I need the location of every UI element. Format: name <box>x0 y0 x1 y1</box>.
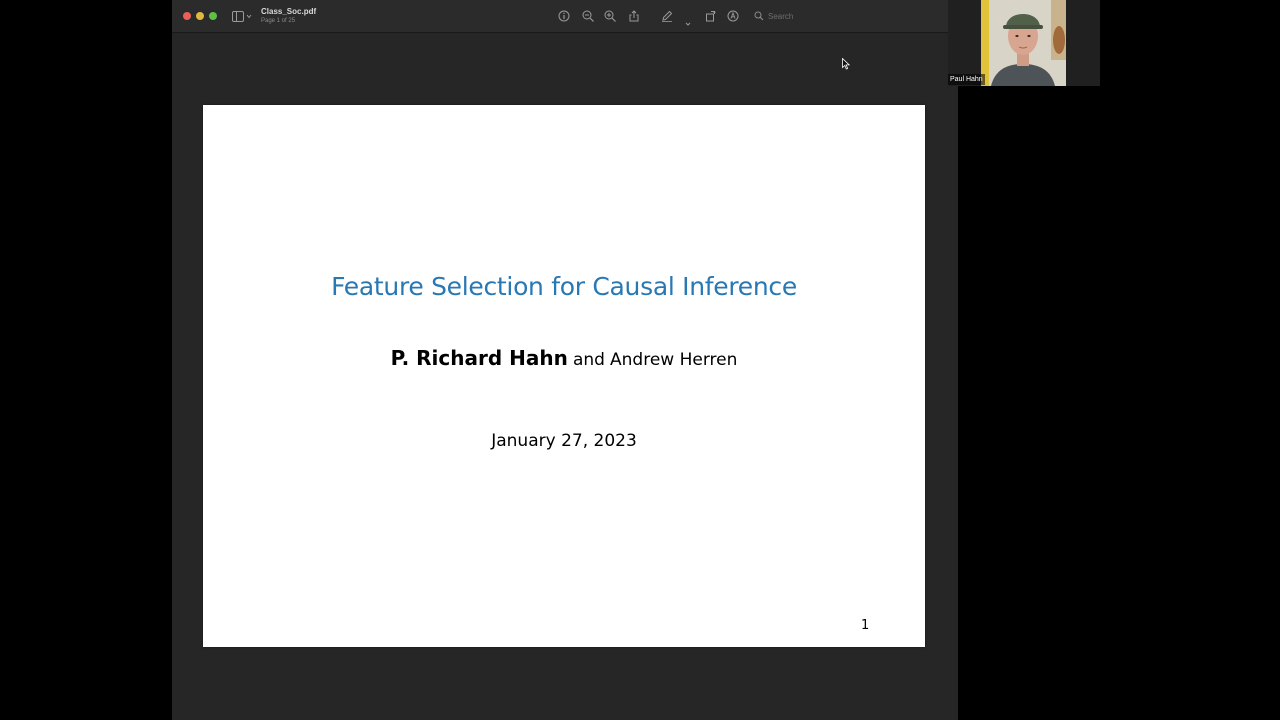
author-primary: P. Richard Hahn <box>390 346 568 370</box>
author-connector: and <box>572 350 605 370</box>
annotate-icon[interactable] <box>727 10 739 22</box>
search-icon <box>754 11 764 21</box>
participant-name: Paul Hahn <box>948 74 985 85</box>
slide-authors: P. Richard Hahn and Andrew Herren <box>203 346 925 370</box>
close-window-button[interactable] <box>183 12 191 20</box>
info-icon[interactable] <box>558 10 570 22</box>
chevron-down-icon[interactable] <box>685 14 691 26</box>
page-indicator: Page 1 of 25 <box>261 18 296 24</box>
zoom-out-icon[interactable] <box>582 10 594 22</box>
maximize-window-button[interactable] <box>209 12 217 20</box>
minimize-window-button[interactable] <box>196 12 204 20</box>
markup-pen-icon[interactable] <box>661 10 673 22</box>
search-field[interactable] <box>752 9 948 23</box>
slide-title: Feature Selection for Causal Inference <box>331 272 797 301</box>
author-secondary: Andrew Herren <box>610 350 738 370</box>
rotate-icon[interactable] <box>705 10 717 22</box>
viewer-toolbar: Class_Soc.pdf Page 1 of 25 <box>172 0 948 33</box>
document-title-block: Class_Soc.pdf Page 1 of 25 <box>261 7 316 25</box>
participant-video <box>981 0 1066 86</box>
participant-avatar <box>981 0 1066 86</box>
share-icon[interactable] <box>628 10 640 22</box>
zoom-in-icon[interactable] <box>604 10 616 22</box>
document-title: Class_Soc.pdf <box>261 7 317 16</box>
sidebar-icon[interactable] <box>232 10 254 22</box>
slide-date: January 27, 2023 <box>491 431 637 451</box>
search-input[interactable] <box>768 9 938 23</box>
mouse-pointer-icon <box>842 58 850 70</box>
pdf-page: Feature Selection for Causal Inference P… <box>203 105 925 647</box>
page-number: 1 <box>861 618 870 633</box>
participant-video-tile[interactable]: Paul Hahn <box>948 0 1100 86</box>
